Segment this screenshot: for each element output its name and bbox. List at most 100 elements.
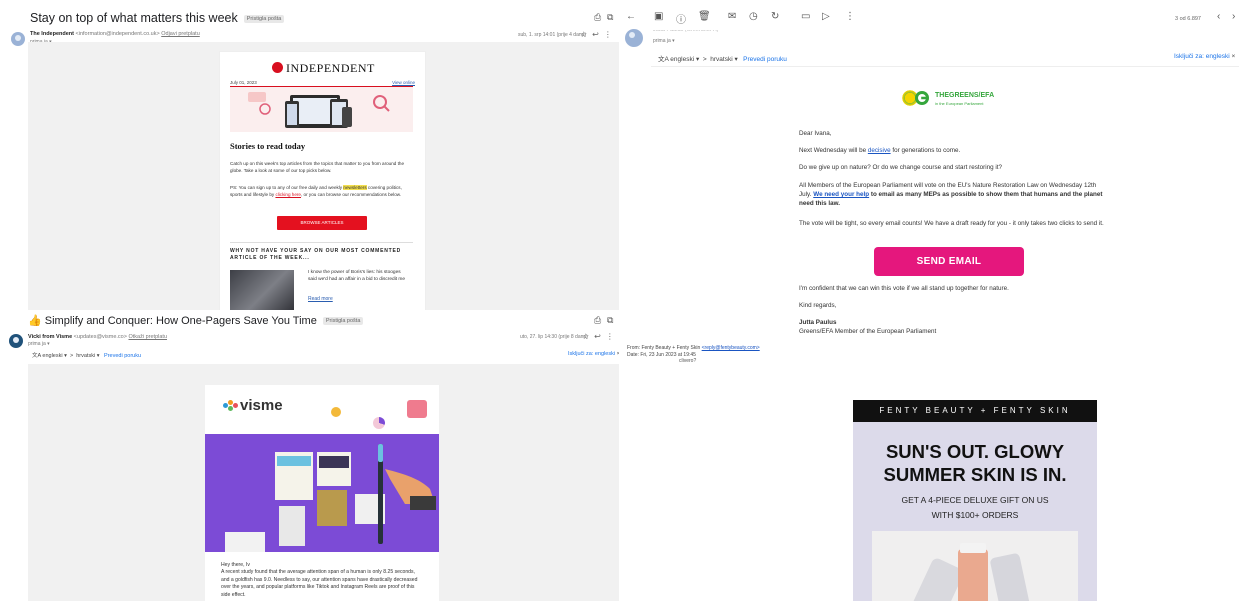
view-online-link[interactable]: View online — [392, 80, 415, 85]
clicking-here-link[interactable]: clicking here — [275, 192, 301, 197]
leaf-icon — [915, 91, 929, 105]
hero-illustration — [230, 86, 413, 132]
eagle-icon — [272, 62, 283, 73]
commented-article-heading: WHY NOT HAVE YOUR SAY ON OUR MOST COMMEN… — [230, 248, 402, 261]
greens-email-panel: ← ▣ ⓘ 🗑 ✉ ◷ ↻ ▭ ▷ ⋮ ‹ › 3 od 6.897 Jutta… — [621, 0, 1239, 345]
next-icon[interactable]: › — [1232, 11, 1235, 22]
decisive-link[interactable]: decisive — [868, 147, 891, 154]
newsletter-card: visme Hey there, Iv A recent study found — [205, 385, 439, 601]
article-photo[interactable] — [230, 270, 294, 312]
product-image — [872, 531, 1078, 601]
reply-icon[interactable]: ↩ — [594, 332, 606, 341]
divider — [651, 66, 1239, 67]
paragraph-4: The vote will be tight, so every email c… — [799, 220, 1104, 227]
print-icon[interactable]: ⎙ — [594, 315, 606, 326]
fenty-headline: SUN'S OUT. GLOWY SUMMER SKIN IS IN. — [883, 441, 1067, 485]
more-vert-icon[interactable]: ⋮ — [606, 332, 619, 341]
source-language-select[interactable]: engleski — [42, 353, 62, 359]
sender-line: Jutta Paulus (Greens/EFA) — [653, 27, 719, 33]
translate-off-link[interactable]: Isključi za: engleski × — [1174, 53, 1235, 60]
star-icon[interactable]: ☆ — [580, 30, 592, 39]
body-paragraph: A recent study found that the average at… — [221, 569, 418, 598]
translate-off-link[interactable]: Isključi za: engleski × — [568, 351, 619, 357]
fenty-brand-bar: FENTY BEAUTY + FENTY SKIN — [853, 400, 1097, 422]
reply-icon[interactable]: ↩ — [592, 30, 604, 39]
unsubscribe-link[interactable]: Odjavi pretplatu — [161, 31, 200, 37]
recipient-line[interactable]: prima ja ▾ — [653, 38, 675, 44]
fenty-email-panel: From: Fenty Beauty + Fenty Skin <reply@f… — [621, 345, 1239, 601]
print-icon[interactable]: ⎙ — [594, 12, 606, 23]
greeting: Dear Ivana, — [799, 130, 832, 137]
label-icon[interactable]: ▷ — [822, 11, 830, 22]
independent-email-panel: Stay on top of what matters this week Pri… — [0, 0, 619, 312]
open-new-window-icon[interactable]: ⧉ — [607, 315, 618, 326]
snooze-icon[interactable]: ◷ — [749, 11, 758, 22]
hero-illustration — [205, 434, 439, 552]
visme-logo-icon — [223, 400, 238, 411]
decorative-pie-icon — [373, 417, 385, 429]
translate-icon: 文A — [658, 56, 669, 63]
visme-logo: visme — [223, 397, 283, 414]
avatar — [11, 32, 25, 46]
send-email-button[interactable]: SEND EMAIL — [874, 247, 1024, 276]
recipient-line[interactable]: prima ja ▾ — [28, 341, 50, 347]
ps-paragraph: PS: You can sign up to any of our free d… — [230, 185, 402, 197]
unsubscribe-link[interactable]: Otkaži pretplatu — [128, 334, 167, 340]
closing: Kind regards, — [799, 302, 837, 309]
forwarded-header: From: Fenty Beauty + Fenty Skin <reply@f… — [627, 345, 760, 364]
move-to-icon[interactable]: ▭ — [801, 11, 810, 22]
email-action-icons: ☆↩⋮ — [580, 30, 617, 39]
email-subject: 👍 Simplify and Conquer: How One-Pagers S… — [28, 314, 364, 327]
avatar — [9, 334, 23, 348]
decorative-coin-icon — [331, 407, 341, 417]
read-more-link[interactable]: Read more — [308, 296, 333, 302]
sender-line: The Independent <information@independent… — [30, 31, 200, 37]
independent-logo: INDEPENDENT — [272, 61, 375, 76]
report-spam-icon[interactable]: ⓘ — [676, 11, 686, 26]
sender-line: Vicki from Visme <updates@visme.co> Otka… — [28, 334, 168, 340]
browse-articles-button[interactable]: BROWSE ARTICLES — [277, 216, 367, 230]
more-vert-icon[interactable]: ⋮ — [604, 30, 617, 39]
message-count: 3 od 6.897 — [1175, 16, 1201, 22]
open-new-window-icon[interactable]: ⧉ — [607, 12, 618, 23]
email-action-icons: ☆↩⋮ — [582, 332, 619, 341]
translate-bar: 文A engleski ▾ > hrvatski ▾ Prevedi poruk… — [32, 353, 142, 359]
back-arrow-icon[interactable]: ← — [626, 11, 636, 22]
translate-bar: 文A engleski ▾ > hrvatski ▾ Prevedi poruk… — [658, 56, 787, 63]
signature-title: Greens/EFA Member of the European Parlia… — [799, 328, 937, 335]
star-icon[interactable]: ☆ — [582, 332, 594, 341]
more-vert-icon[interactable]: ⋮ — [845, 11, 855, 22]
newsletter-card: INDEPENDENT July 01, 2023 View online St… — [220, 52, 425, 312]
archive-icon[interactable]: ▣ — [654, 11, 663, 22]
decorative-image-icon — [407, 400, 427, 418]
source-language-select[interactable]: engleski — [670, 56, 694, 63]
paragraph-2: Do we give up on nature? Or do we change… — [799, 164, 1003, 171]
divider — [230, 242, 413, 243]
avatar — [625, 29, 643, 47]
add-task-icon[interactable]: ↻ — [771, 11, 779, 22]
paragraph-5: I'm confident that we can win this vote … — [799, 285, 1009, 292]
paragraph-1: Next Wednesday will be decisive for gene… — [799, 147, 961, 154]
mark-unread-icon[interactable]: ✉ — [728, 11, 736, 22]
inbox-label-chip[interactable]: Pristigla pošta — [243, 14, 285, 23]
section-heading: Stories to read today — [230, 141, 306, 151]
fenty-subheadline: GET A 4-PIECE DELUXE GIFT ON US WITH $10… — [901, 495, 1049, 520]
previous-icon[interactable]: ‹ — [1217, 11, 1220, 22]
inbox-label-chip[interactable]: Pristigla pošta — [322, 317, 364, 326]
target-language-select[interactable]: hrvatski — [710, 56, 732, 63]
visme-email-panel: 👍 Simplify and Conquer: How One-Pagers S… — [0, 310, 619, 601]
translate-icon: 文A — [32, 353, 41, 359]
sender-email-link[interactable]: <reply@fentybeauty.com> — [702, 345, 760, 351]
article-quote: I know the power of Boris's lies: his st… — [308, 270, 406, 282]
delete-icon[interactable]: 🗑 — [698, 11, 711, 22]
email-date: sub, 1. srp 14:01 (prije 4 dana) — [518, 32, 587, 38]
email-date: uto, 27. lip 14:30 (prije 8 dana) — [520, 334, 588, 340]
target-language-select[interactable]: hrvatski — [76, 353, 95, 359]
need-your-help-link[interactable]: We need your help — [813, 191, 869, 198]
paragraph-3: All Members of the European Parliament w… — [799, 182, 1103, 207]
translate-message-link[interactable]: Prevedi poruku — [743, 56, 787, 63]
fenty-banner[interactable]: FENTY BEAUTY + FENTY SKIN SUN'S OUT. GLO… — [853, 400, 1097, 601]
signature-name: Jutta Paulus — [799, 319, 837, 326]
translate-message-link[interactable]: Prevedi poruku — [104, 353, 141, 359]
newsletter-date: July 01, 2023 — [230, 80, 257, 85]
